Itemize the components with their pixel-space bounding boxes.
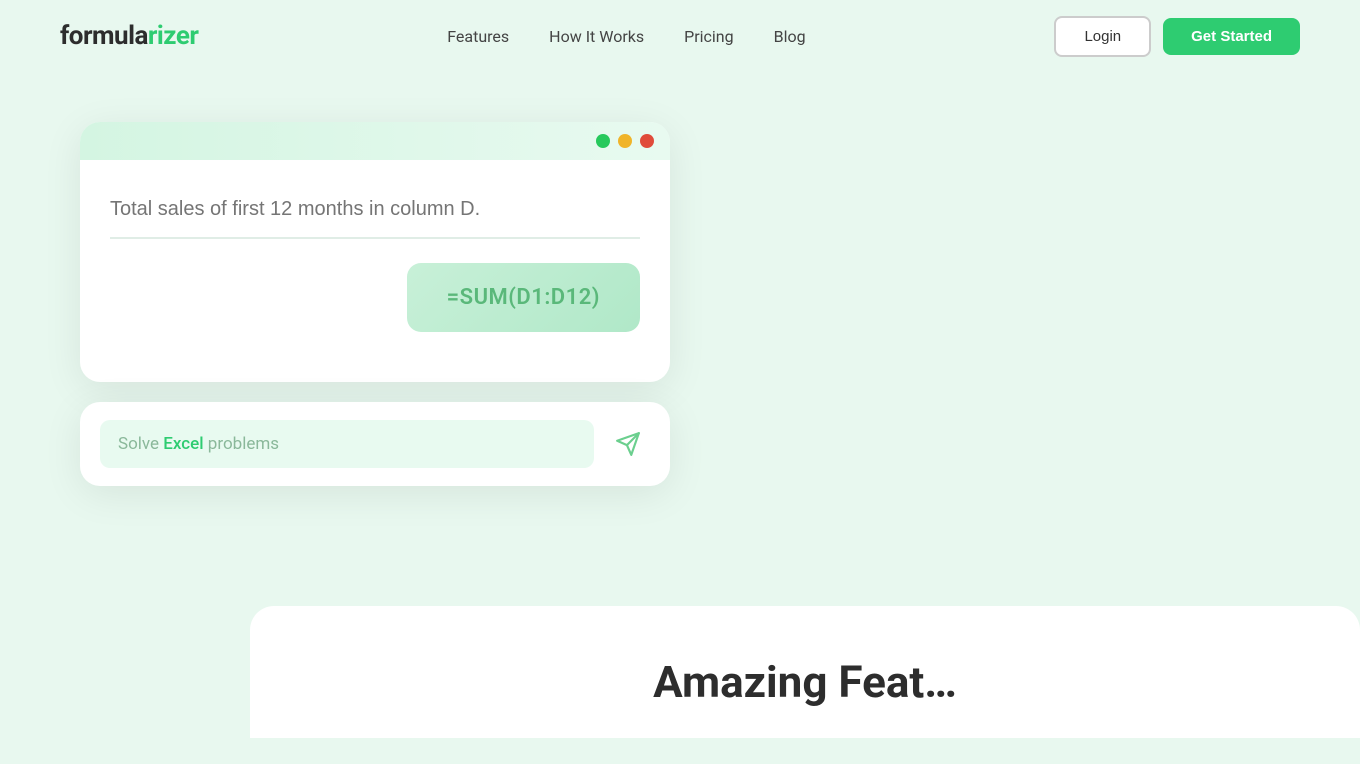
search-suffix: problems [204,434,279,454]
search-prefix: Solve [118,434,163,454]
nav-link-how-it-works[interactable]: How It Works [549,27,644,46]
demo-card: =SUM(D1:D12) [80,122,670,382]
main-content: =SUM(D1:D12) Solve Excel problems [0,72,1360,486]
login-button[interactable]: Login [1054,16,1151,57]
navbar: formularizer Features How It Works Prici… [0,0,1360,72]
card-body: =SUM(D1:D12) [80,160,670,352]
dot-green-icon [596,134,610,148]
logo-part2: rizer [148,21,199,51]
search-input-text: Solve Excel problems [118,434,576,454]
features-section: Amazing Feat… [250,606,1360,738]
formula-result: =SUM(D1:D12) [110,263,640,332]
nav-buttons: Login Get Started [1054,16,1300,57]
nav-links: Features How It Works Pricing Blog [447,27,805,46]
search-card: Solve Excel problems [80,402,670,486]
logo-part1: formula [60,21,148,51]
search-input-wrapper[interactable]: Solve Excel problems [100,420,594,468]
send-icon [615,431,641,457]
features-title: Amazing Feat… [310,656,1300,708]
dot-yellow-icon [618,134,632,148]
nav-item-features[interactable]: Features [447,27,509,46]
nav-link-blog[interactable]: Blog [774,27,806,46]
nav-item-blog[interactable]: Blog [774,27,806,46]
formula-bubble: =SUM(D1:D12) [407,263,640,332]
nav-link-pricing[interactable]: Pricing [684,27,734,46]
nav-link-features[interactable]: Features [447,27,509,46]
dot-red-icon [640,134,654,148]
search-excel-word: Excel [163,434,203,454]
logo[interactable]: formularizer [60,21,198,51]
nav-item-how-it-works[interactable]: How It Works [549,27,644,46]
send-button[interactable] [606,422,650,466]
nav-item-pricing[interactable]: Pricing [684,27,734,46]
prompt-input[interactable] [110,190,640,239]
card-header [80,122,670,160]
get-started-button[interactable]: Get Started [1163,18,1300,55]
